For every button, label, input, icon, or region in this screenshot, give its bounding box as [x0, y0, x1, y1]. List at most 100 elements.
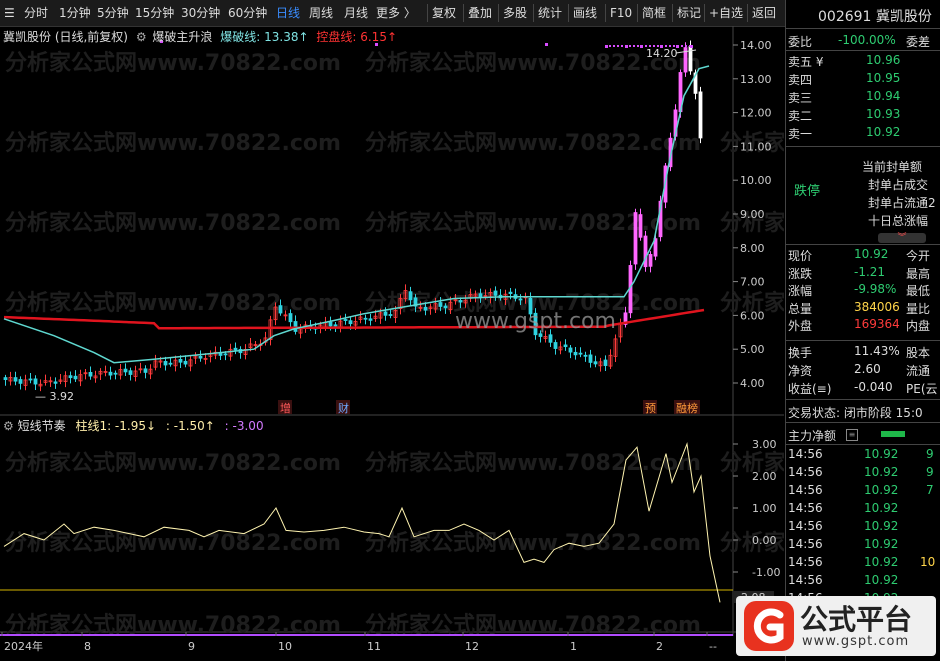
period-tab-7[interactable]: 周线: [309, 4, 333, 22]
limit-info: 十日总涨幅: [868, 214, 929, 228]
period-tab-9[interactable]: 更多 〉: [376, 4, 416, 22]
signal-dot: [637, 45, 639, 47]
stat-value: 169364: [854, 317, 900, 331]
stat-label: 净资: [788, 364, 813, 378]
candle-body: [198, 355, 203, 359]
candle-body: [28, 378, 33, 381]
candle-body: [638, 214, 643, 238]
sub-y-tick-label: 3.00: [752, 438, 777, 451]
tick-time: 14:56: [788, 465, 823, 479]
y-tick-label: 8.00: [740, 242, 765, 255]
period-tab-6[interactable]: 日线: [276, 4, 300, 22]
period-tab-4[interactable]: 30分钟: [181, 4, 220, 22]
candle-body: [18, 379, 23, 384]
sell-level-label: 卖二: [788, 109, 813, 123]
stat-label: 总量: [788, 301, 813, 316]
list-icon[interactable]: ≡: [846, 429, 858, 441]
stat-label: 流通: [906, 364, 931, 378]
quote-panel: 002691 冀凯股份 委比 -100.00% 委差 卖五 ¥ 10.96 卖四 10.95 卖…: [785, 0, 940, 661]
indicator-name: 爆破主升浪: [152, 30, 213, 44]
tool-button-8[interactable]: +自选: [709, 4, 743, 22]
y-tick-label: 5.00: [740, 343, 765, 356]
sell-level-label: 卖四: [788, 73, 813, 87]
tick-time: 14:56: [788, 519, 823, 533]
chart-area[interactable]: 分析家公式网www.70822.com 分析家公式网www.70822.com 分析…: [0, 13, 940, 661]
tick-volume: 7: [926, 483, 934, 497]
low-price-label: — 3.92: [35, 390, 74, 403]
section-divider: [786, 422, 940, 423]
signal-dot: [605, 45, 607, 47]
collapse-button[interactable]: ︾: [878, 233, 926, 243]
candle-body: [53, 381, 58, 384]
candle-body: [643, 235, 648, 268]
weibi-label: 委比: [788, 35, 813, 49]
tool-button-6[interactable]: 简框: [642, 4, 666, 22]
sub-val1: 柱线1: -1.95↓: [75, 419, 157, 433]
candle-body: [233, 347, 238, 351]
logo-text: 公式平台: [800, 603, 913, 636]
x-tick-label: 11: [367, 640, 381, 653]
period-tab-1[interactable]: 1分钟: [59, 4, 91, 22]
stock-title: 冀凯股份 (日线,前复权): [3, 30, 128, 44]
signal-dot: [629, 45, 631, 47]
candle-body: [648, 254, 653, 267]
stat-label: 涨跌: [788, 266, 813, 281]
tick-time: 14:56: [788, 537, 823, 551]
period-tab-8[interactable]: 月线: [344, 4, 368, 22]
watermark-text: 分析家公式网www.70822.com: [5, 130, 341, 156]
sub-y-tick-label: -1.00: [752, 566, 780, 579]
menu-icon[interactable]: ☰: [4, 4, 15, 22]
x-tick-label: 1: [570, 640, 577, 653]
stat-label: 股本: [906, 346, 931, 360]
toolbar-divider: [533, 4, 534, 22]
chart-canvas[interactable]: 分析家公式网www.70822.com 分析家公式网www.70822.com 分析…: [0, 13, 940, 661]
tool-button-0[interactable]: 复权: [432, 4, 456, 22]
y-tick-label: 4.00: [740, 377, 765, 390]
candle-body: [363, 317, 368, 320]
toolbar-divider: [672, 4, 673, 22]
tick-price: 10.92: [864, 483, 899, 497]
toolbar-divider: [568, 4, 569, 22]
line1-label: 爆破线: 13.38↑: [220, 30, 309, 44]
signal-dot: [617, 45, 619, 47]
stat-label: 收益(≡): [788, 382, 832, 396]
candle-body: [143, 368, 148, 373]
settings-icon[interactable]: ⚙: [3, 419, 14, 433]
period-tab-3[interactable]: 15分钟: [135, 4, 174, 22]
candle-body: [163, 361, 168, 366]
candle-body: [3, 377, 8, 381]
candle-body: [388, 314, 393, 316]
stat-value: -0.040: [854, 380, 893, 394]
tool-button-3[interactable]: 统计: [538, 4, 562, 22]
signal-dot: [621, 45, 623, 47]
tool-button-9[interactable]: 返回: [752, 4, 776, 22]
candle-body: [68, 375, 73, 379]
limit-info: 当前封单额: [862, 160, 923, 174]
signal-dot: [641, 45, 643, 47]
tool-button-1[interactable]: 叠加: [468, 4, 492, 22]
candle-body: [698, 91, 703, 139]
logo-url: www.gspt.com: [802, 634, 910, 649]
period-tab-2[interactable]: 5分钟: [97, 4, 129, 22]
toolbar-divider: [637, 4, 638, 22]
tool-button-2[interactable]: 多股: [503, 4, 527, 22]
signal-dot: [681, 45, 683, 47]
tool-button-5[interactable]: F10: [610, 4, 632, 22]
tool-button-7[interactable]: 标记: [677, 4, 701, 22]
period-tab-0[interactable]: 分时: [24, 4, 48, 22]
tool-button-4[interactable]: 画线: [573, 4, 597, 22]
candle-body: [328, 321, 333, 327]
toolbar-divider: [747, 4, 748, 22]
watermark-text: 分析家公式网www.70822.com: [5, 450, 341, 476]
stat-label: 最高: [906, 266, 931, 281]
y-tick-label: 13.00: [740, 73, 772, 86]
x-tick-label: 12: [465, 640, 479, 653]
limit-info: 封单占成交: [868, 178, 929, 192]
section-divider: [786, 399, 940, 400]
candle-body: [278, 305, 283, 314]
candle-body: [493, 290, 498, 296]
settings-icon[interactable]: ⚙: [136, 30, 147, 44]
period-tab-5[interactable]: 60分钟: [228, 4, 267, 22]
section-divider: [786, 340, 940, 341]
candle-body: [183, 360, 188, 365]
